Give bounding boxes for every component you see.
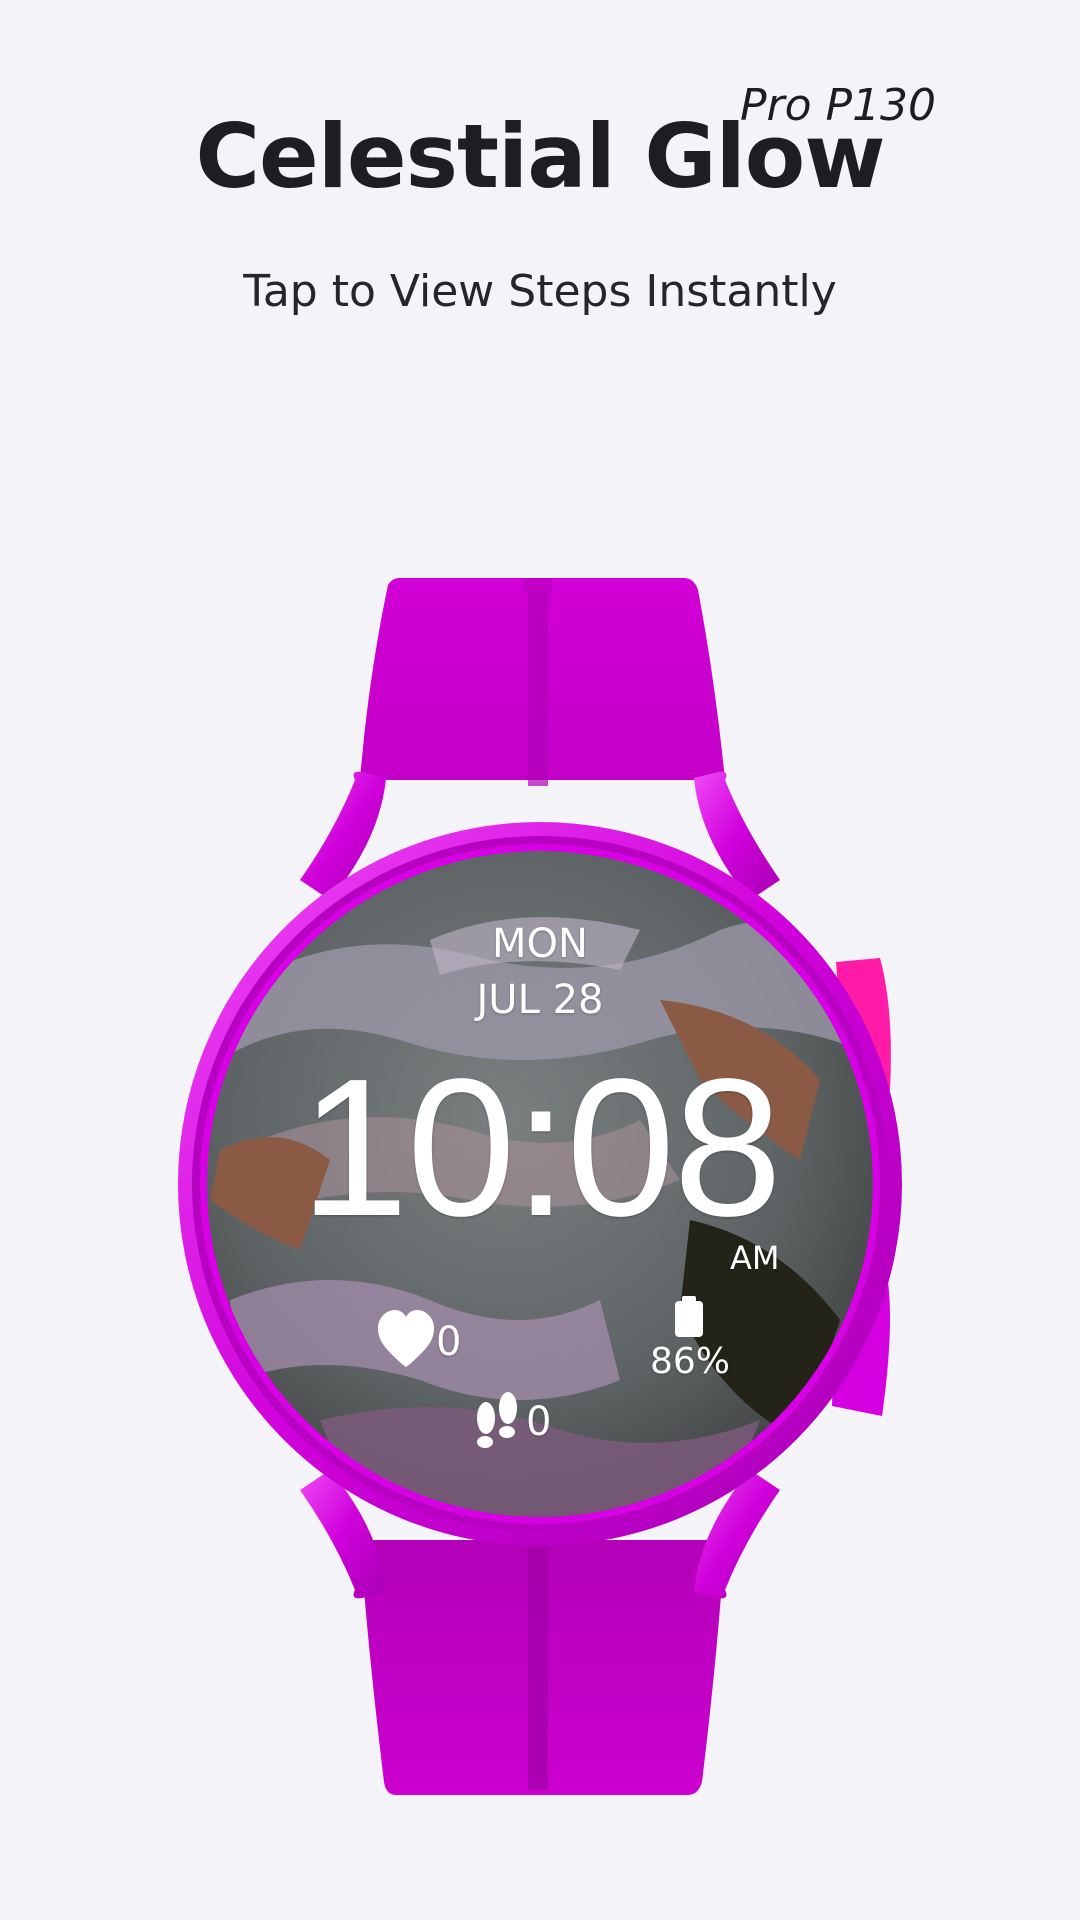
battery-icon [675,1296,703,1337]
watch-date: JUL 28 [476,977,604,1023]
top-strap [360,578,725,786]
bottom-strap [360,1540,725,1795]
battery-value: 86% [649,1341,730,1382]
watch-time[interactable]: 10:08 [240,1048,840,1248]
watch-day: MON [492,921,588,967]
watch-ampm: AM [730,1239,780,1277]
heart-rate-value[interactable]: 0 [436,1318,496,1366]
steps-value[interactable]: 0 [526,1398,586,1446]
